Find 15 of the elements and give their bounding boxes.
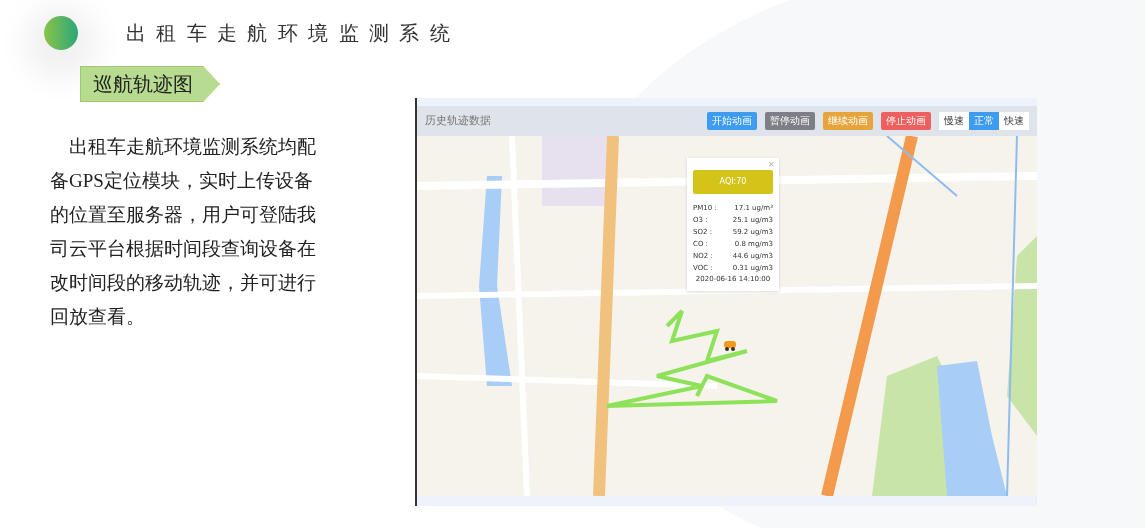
aqi-badge: AQI:70: [693, 170, 773, 194]
animation-button[interactable]: 继续动画: [823, 112, 873, 130]
bullet-circle-icon: [44, 16, 78, 50]
car-icon: [723, 339, 737, 351]
speed-option[interactable]: 正常: [969, 112, 999, 130]
animation-button[interactable]: 暂停动画: [765, 112, 815, 130]
slide-title: 出 租 车 走 航 环 境 监 测 系 统: [126, 20, 452, 47]
close-button[interactable]: ×: [767, 158, 775, 172]
app-title: 历史轨迹数据: [425, 112, 491, 129]
section-label: 巡航轨迹图: [80, 66, 220, 102]
animation-button[interactable]: 开始动画: [707, 112, 757, 130]
speed-option[interactable]: 慢速: [939, 112, 969, 130]
description-paragraph: 出租车走航环境监测系统均配备GPS定位模块，实时上传设备的位置至服务器，用户可登陆我司云平台根据时间段查询设备在改时间段的移动轨迹，并可进行回放查看。: [50, 135, 317, 329]
speed-option[interactable]: 快速: [999, 112, 1029, 130]
animation-button[interactable]: 停止动画: [881, 112, 931, 130]
